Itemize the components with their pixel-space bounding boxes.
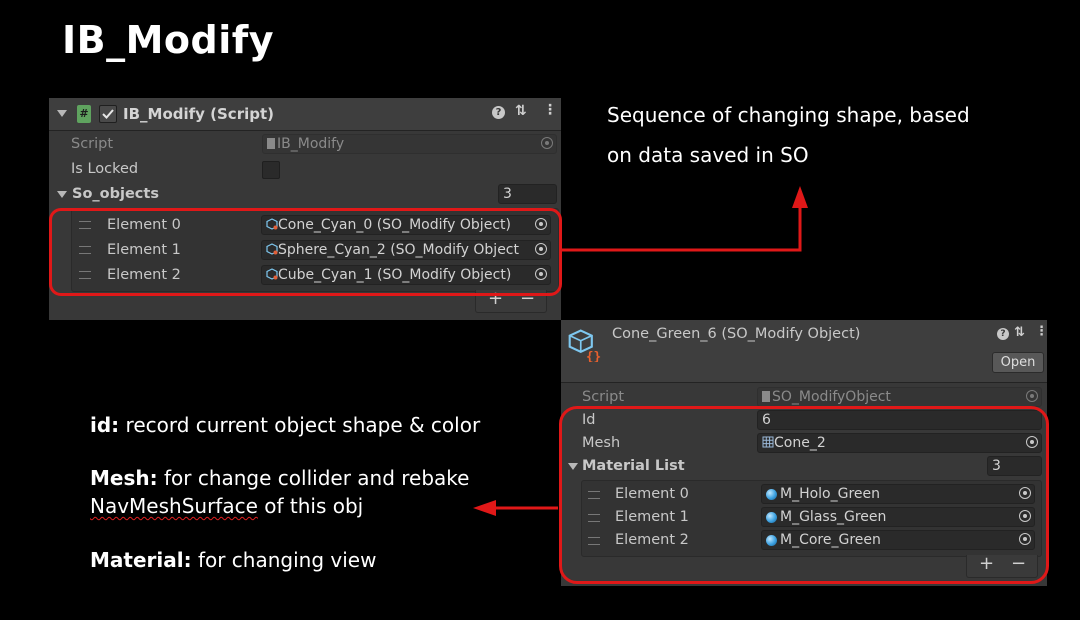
annotation-line: Sequence of changing shape, based	[607, 103, 970, 127]
annotation-key: Mesh:	[90, 466, 158, 490]
annotation-id: id: record current object shape & color	[90, 410, 480, 440]
annotation-line: on data saved in SO	[607, 143, 809, 167]
annotation-text: for change collider and rebake	[157, 466, 470, 490]
annotation-navmesh-word: NavMeshSurface	[90, 494, 258, 518]
arrow-head-up-icon	[792, 186, 808, 208]
annotation-key: id:	[90, 413, 120, 437]
annotation-text: for changing view	[191, 548, 377, 572]
annotation-text: record current object shape & color	[119, 413, 481, 437]
annotation-text: of this obj	[257, 494, 364, 518]
annotation-key: Material:	[90, 548, 192, 572]
annotation-mesh: Mesh: for change collider and rebake Nav…	[90, 464, 469, 520]
annotation-material: Material: for changing view	[90, 545, 376, 575]
arrow-head-left-icon	[473, 500, 496, 516]
arrows-overlay	[473, 186, 808, 516]
annotation-sequence: Sequence of changing shape, based on dat…	[607, 95, 970, 175]
connector-line-up	[562, 205, 802, 252]
